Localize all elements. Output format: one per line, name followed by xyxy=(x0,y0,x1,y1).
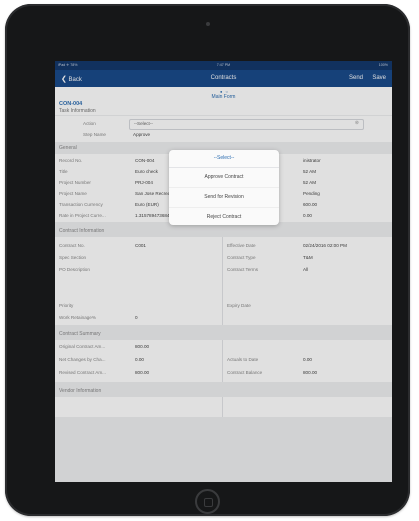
popover-title: --Select-- xyxy=(169,150,279,168)
action-popover: --Select-- Approve Contract Send for Rev… xyxy=(169,150,279,225)
option-send-for-revision[interactable]: Send for Revision xyxy=(169,188,279,208)
home-square-icon xyxy=(204,498,213,507)
option-approve-contract[interactable]: Approve Contract xyxy=(169,168,279,188)
home-button[interactable] xyxy=(195,489,220,514)
camera-dot xyxy=(206,22,210,26)
option-reject-contract[interactable]: Reject Contract xyxy=(169,208,279,227)
modal-overlay[interactable] xyxy=(55,61,392,482)
app-screen: iPad ✈ 78% 7:47 PM 100% ❮ Back Contracts… xyxy=(55,61,392,482)
ipad-frame: iPad ✈ 78% 7:47 PM 100% ❮ Back Contracts… xyxy=(5,4,410,516)
